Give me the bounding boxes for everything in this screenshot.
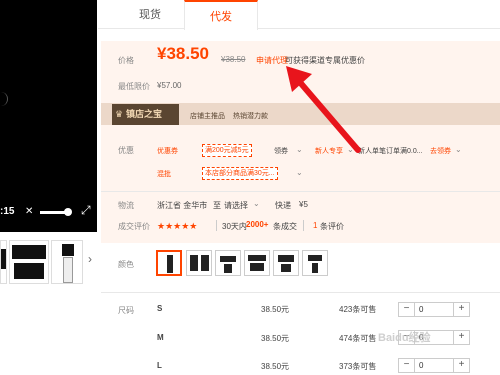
volume-handle[interactable] [64,208,72,216]
video-time: :15 [0,206,15,217]
reviews-label: 成交评价 [118,222,150,231]
ship-to-select[interactable]: 请选择 [224,200,248,211]
divider [216,220,217,231]
product-video[interactable] [0,0,97,232]
size-name: S [157,304,163,313]
chevron-down-icon[interactable]: ⌄ [455,145,462,154]
color-label: 颜色 [118,260,134,269]
original-price: ¥38.50 [221,55,246,64]
ship-from: 浙江省 金华市 [157,201,208,210]
volume-fill [40,211,66,214]
quantity-stepper[interactable]: − 0 + [398,358,470,373]
promo-label: 优惠 [118,146,134,155]
newcomer-claim-link[interactable]: 去领券 [430,146,451,156]
shipping-fee: ¥5 [299,200,308,209]
watermark: Baidu经验 [378,332,431,344]
increase-button[interactable]: + [453,331,469,344]
ship-to-word: 至 [213,201,221,210]
quantity-value[interactable]: 0 [419,359,423,372]
color-swatch[interactable] [273,250,299,276]
coupon-value[interactable]: 满200元减5元 [202,144,252,157]
mix-batch-tag: 混批 [157,171,171,178]
tab-bar: 现货 代发 [98,0,500,30]
chevron-down-icon[interactable]: ⌄ [253,199,260,208]
decrease-button[interactable]: − [399,303,415,316]
quantity-value[interactable]: 0 [419,303,423,316]
deal-count[interactable]: 2000+ [246,220,268,229]
lowest-price-value: ¥57.00 [157,81,182,90]
chevron-down-icon[interactable]: ⌄ [296,168,303,177]
shipping-label: 物流 [118,201,134,210]
tab-spot-goods[interactable]: 现货 [120,0,180,29]
tab-dropship[interactable]: 代发 [184,0,258,30]
chevron-right-icon[interactable]: › [88,252,92,266]
size-name: M [157,333,164,342]
divider [101,191,500,192]
divider [101,292,500,293]
review-count-suffix: 条评价 [320,222,344,231]
deal-count-suffix: 条成交 [273,222,297,231]
fullscreen-icon[interactable]: ⤢ [81,203,91,218]
quantity-stepper[interactable]: − 0 + [398,302,470,317]
color-swatch[interactable] [156,250,182,276]
size-name: L [157,361,162,370]
size-stock: 423条可售 [339,305,377,314]
price-label: 价格 [118,56,134,65]
annotation-arrow-icon [286,66,361,153]
product-thumbnail[interactable] [51,240,83,284]
size-label: 尺码 [118,306,134,315]
size-price: 38.50元 [261,334,290,343]
color-swatch[interactable] [244,250,270,276]
size-stock: 373条可售 [339,362,377,371]
color-swatch[interactable] [302,250,328,276]
mute-icon[interactable]: ✕ [25,206,33,217]
size-stock: 474条可售 [339,334,377,343]
increase-button[interactable]: + [453,303,469,316]
decrease-button[interactable]: − [399,359,415,372]
rating-stars: ★★★★★ [157,221,198,231]
color-swatch[interactable] [215,250,241,276]
coupon-tag: 优惠券 [157,148,178,155]
current-price: ¥38.50 [157,44,209,63]
lowest-price-label: 最低限价 [118,82,150,91]
size-price: 38.50元 [261,305,290,314]
shop-featured-item[interactable]: 店铺主推品 [190,111,225,121]
mix-batch-value[interactable]: 本店部分商品满30元... [202,167,278,180]
product-thumbnail[interactable] [0,240,7,284]
size-price: 38.50元 [261,362,290,371]
shop-hot-item[interactable]: 热销潜力款 [233,111,268,121]
review-count[interactable]: 1 [313,221,317,230]
divider [303,220,304,231]
shipping-method: 快递 [275,201,291,210]
increase-button[interactable]: + [453,359,469,372]
period-label: 30天内 [222,222,247,231]
color-swatch[interactable] [186,250,212,276]
crown-icon: ♛ [115,109,124,119]
product-thumbnail[interactable] [9,240,49,284]
